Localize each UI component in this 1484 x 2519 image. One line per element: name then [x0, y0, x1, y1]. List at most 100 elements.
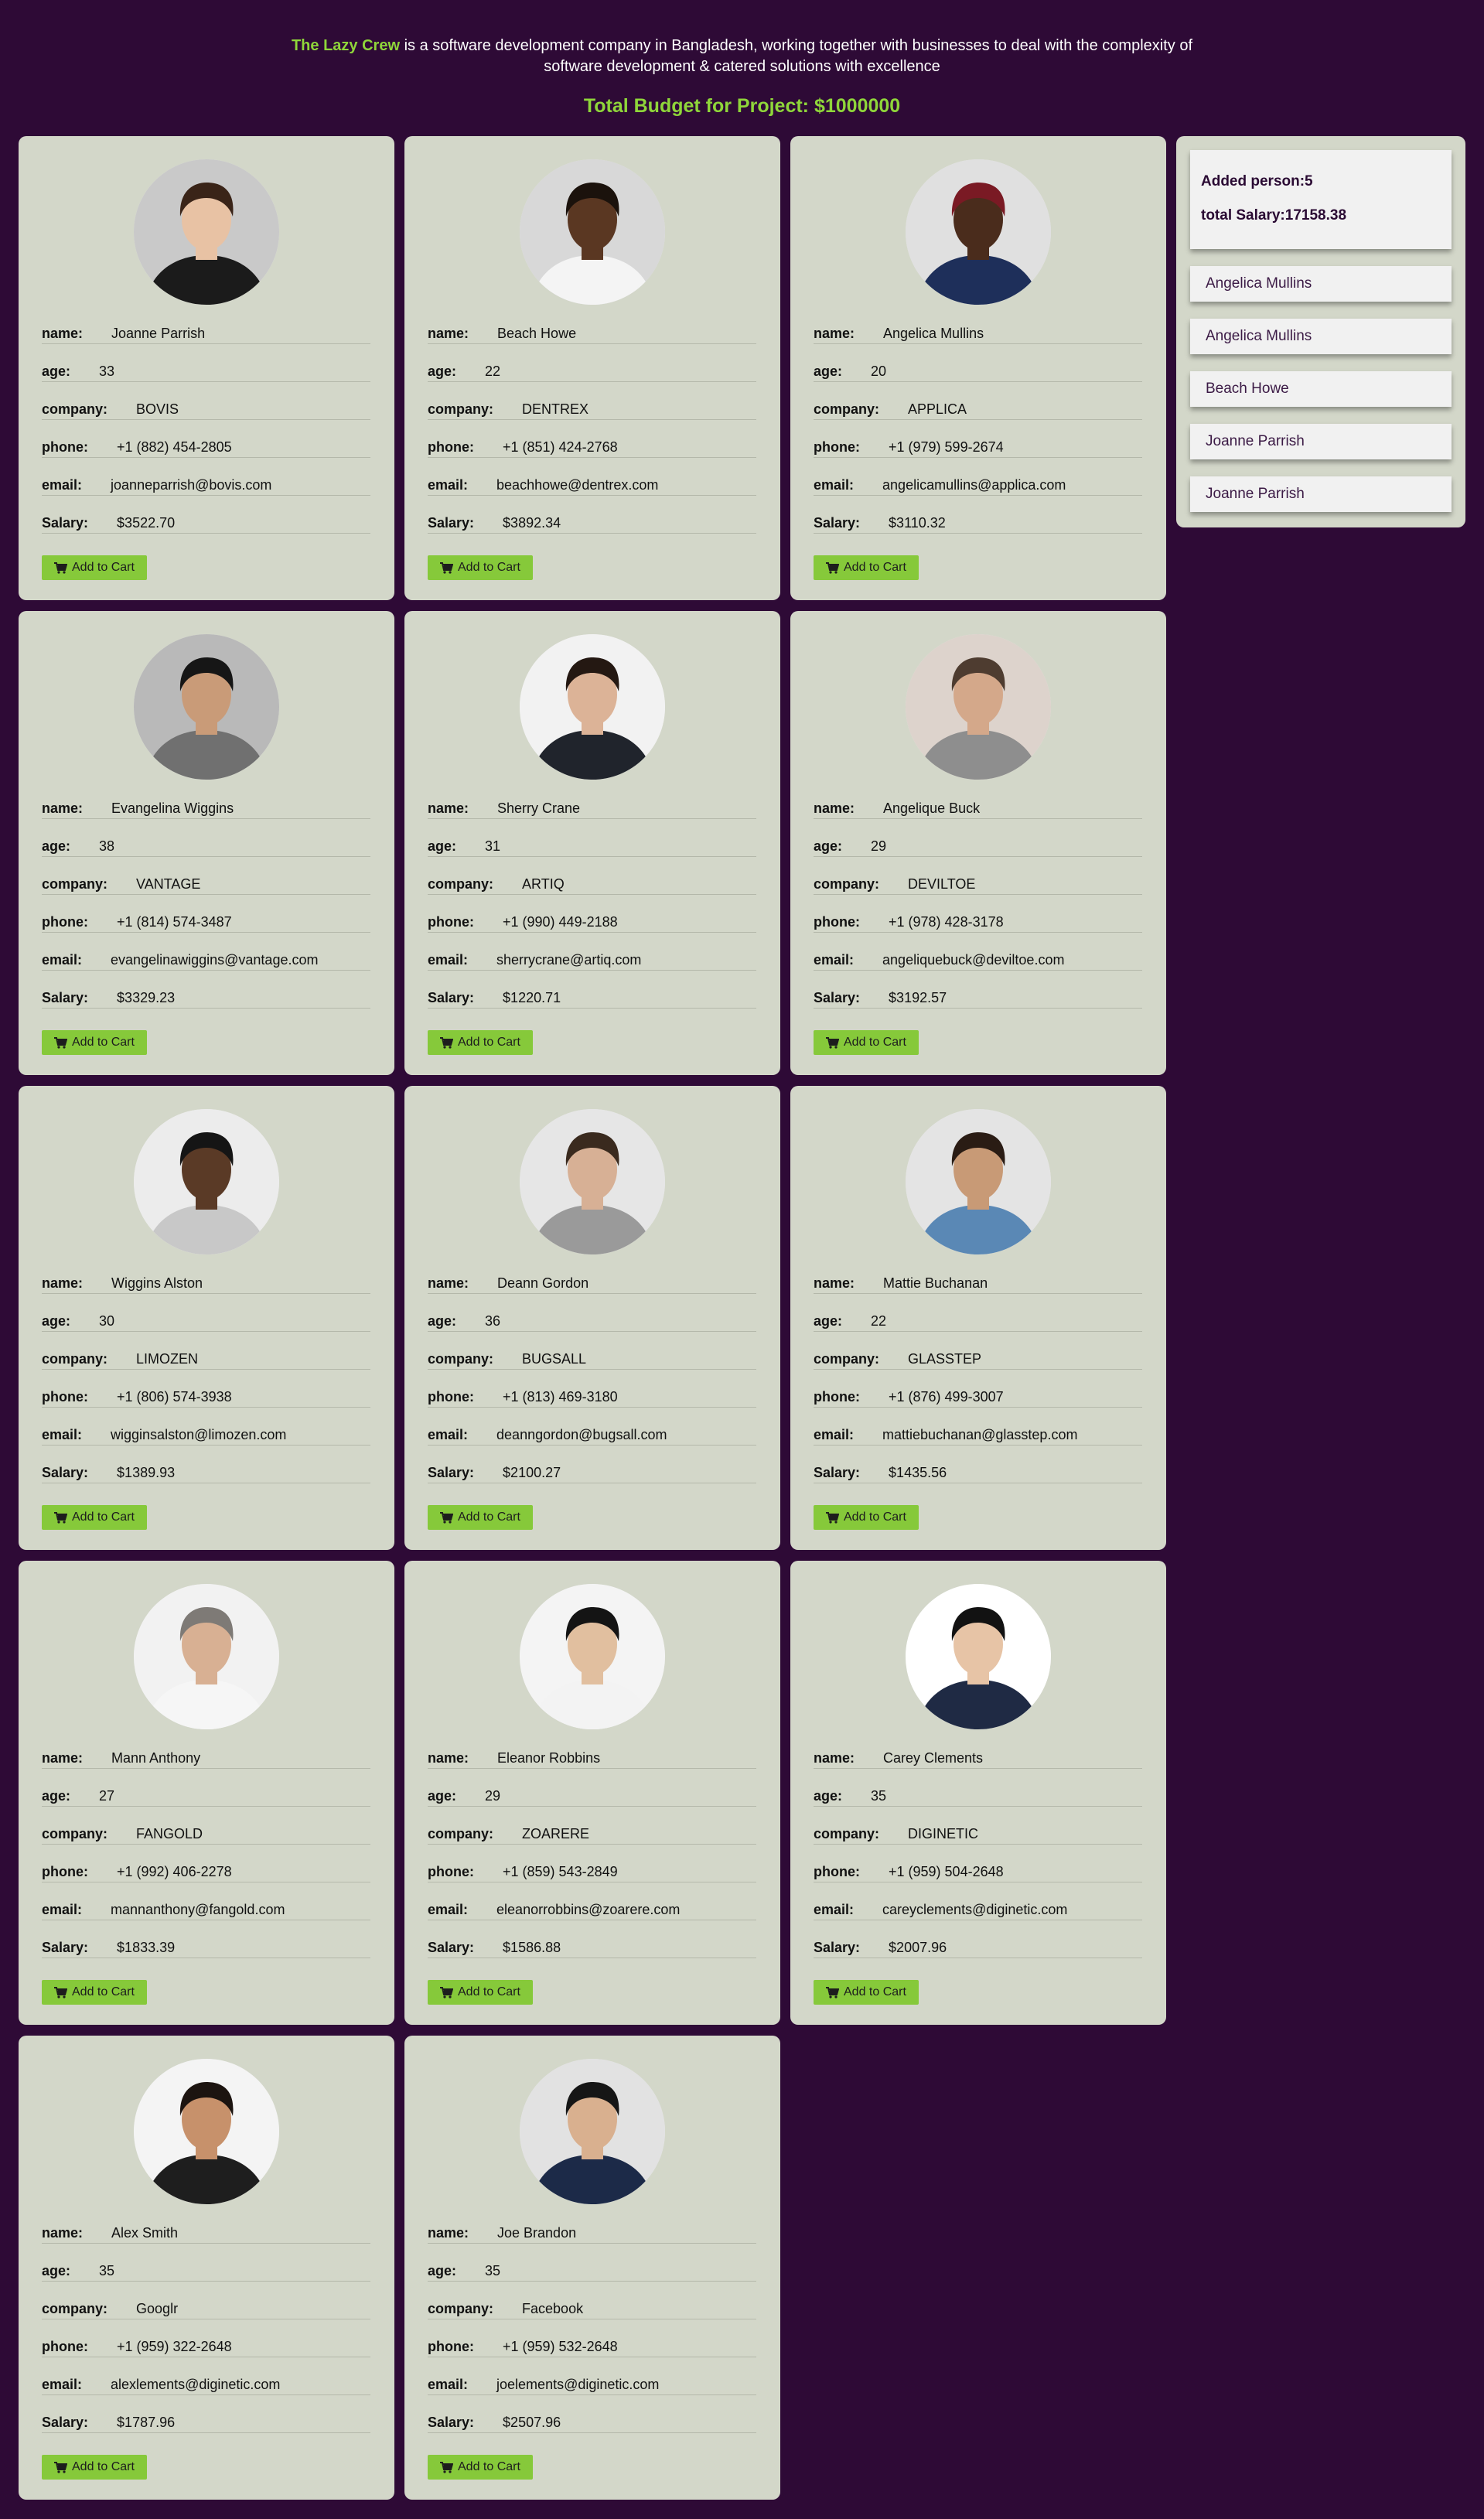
salary-label: Salary:	[428, 990, 475, 1005]
field-salary: Salary: $1833.39	[42, 1940, 370, 1958]
field-email: email: sherrycrane@artiq.com	[428, 952, 756, 971]
field-email: email: deanngordon@bugsall.com	[428, 1427, 756, 1446]
name-label: name:	[428, 2225, 469, 2241]
name-label: name:	[814, 326, 855, 341]
phone-value: +1 (876) 499-3007	[889, 1389, 1004, 1405]
portrait-image	[134, 634, 279, 780]
name-value: Joe Brandon	[497, 2225, 577, 2241]
add-to-cart-button[interactable]: Add to Cart	[814, 1505, 919, 1530]
company-value: DEVILTOE	[908, 876, 976, 892]
company-value: LIMOZEN	[136, 1351, 199, 1367]
age-value: 35	[871, 1788, 887, 1804]
field-name: name: Joe Brandon	[428, 2225, 756, 2244]
add-to-cart-button[interactable]: Add to Cart	[814, 555, 919, 580]
add-to-cart-button[interactable]: Add to Cart	[42, 555, 147, 580]
person-card: name: Alex Smith age: 35 company: Googlr phone…	[19, 2036, 394, 2500]
phone-label: phone:	[814, 1389, 860, 1405]
add-to-cart-button[interactable]: Add to Cart	[42, 1980, 147, 2005]
age-value: 30	[99, 1313, 115, 1329]
company-label: company:	[814, 401, 880, 417]
age-label: age:	[428, 1313, 457, 1329]
field-email: email: mattiebuchanan@glasstep.com	[814, 1427, 1142, 1446]
phone-value: +1 (882) 454-2805	[117, 439, 232, 455]
portrait-image	[906, 1109, 1051, 1254]
add-to-cart-label: Add to Cart	[844, 561, 906, 574]
add-to-cart-button[interactable]: Add to Cart	[428, 1980, 533, 2005]
salary-label: Salary:	[42, 1940, 89, 1955]
field-name: name: Sherry Crane	[428, 800, 756, 819]
email-value: angelicamullins@applica.com	[882, 477, 1066, 493]
add-to-cart-label: Add to Cart	[72, 561, 135, 574]
age-value: 38	[99, 838, 115, 854]
shopping-cart-icon	[440, 1986, 453, 1998]
phone-label: phone:	[42, 1389, 88, 1405]
field-name: name: Wiggins Alston	[42, 1275, 370, 1294]
field-salary: Salary: $1586.88	[428, 1940, 756, 1958]
add-to-cart-button[interactable]: Add to Cart	[814, 1030, 919, 1055]
add-to-cart-button[interactable]: Add to Cart	[428, 555, 533, 580]
phone-label: phone:	[428, 2339, 474, 2354]
name-value: Deann Gordon	[497, 1275, 589, 1291]
field-age: age: 35	[428, 2263, 756, 2282]
field-company: company: BUGSALL	[428, 1351, 756, 1370]
shopping-cart-icon	[440, 1036, 453, 1049]
phone-value: +1 (979) 599-2674	[889, 439, 1004, 455]
avatar	[906, 1584, 1051, 1729]
add-to-cart-button[interactable]: Add to Cart	[814, 1980, 919, 2005]
name-value: Alex Smith	[111, 2225, 179, 2241]
company-value: Googlr	[136, 2301, 179, 2316]
add-to-cart-label: Add to Cart	[72, 1985, 135, 1998]
add-to-cart-label: Add to Cart	[458, 1510, 520, 1524]
add-to-cart-button[interactable]: Add to Cart	[42, 1030, 147, 1055]
salary-value: $2007.96	[889, 1940, 947, 1955]
company-label: company:	[814, 1826, 880, 1841]
name-label: name:	[814, 800, 855, 816]
add-to-cart-button[interactable]: Add to Cart	[42, 1505, 147, 1530]
salary-label: Salary:	[814, 515, 861, 531]
field-age: age: 22	[428, 364, 756, 382]
salary-value: $3522.70	[117, 515, 176, 531]
field-phone: phone: +1 (959) 504-2648	[814, 1864, 1142, 1882]
intro-text: is a software development company in Ban…	[400, 37, 1193, 75]
salary-label: Salary:	[814, 990, 861, 1005]
age-value: 35	[99, 2263, 115, 2278]
field-salary: Salary: $2507.96	[428, 2415, 756, 2433]
phone-label: phone:	[42, 914, 88, 930]
field-salary: Salary: $3192.57	[814, 990, 1142, 1009]
age-value: 31	[485, 838, 501, 854]
field-salary: Salary: $3110.32	[814, 515, 1142, 534]
field-salary: Salary: $3329.23	[42, 990, 370, 1009]
avatar	[134, 2059, 279, 2204]
add-to-cart-button[interactable]: Add to Cart	[428, 2455, 533, 2480]
phone-label: phone:	[428, 439, 474, 455]
phone-value: +1 (851) 424-2768	[503, 439, 618, 455]
field-company: company: Facebook	[428, 2301, 756, 2319]
field-email: email: careyclements@diginetic.com	[814, 1902, 1142, 1920]
field-email: email: angelicamullins@applica.com	[814, 477, 1142, 496]
add-to-cart-button[interactable]: Add to Cart	[42, 2455, 147, 2480]
person-card: name: Evangelina Wiggins age: 38 company: VAN…	[19, 611, 394, 1075]
company-label: company:	[42, 401, 108, 417]
add-to-cart-label: Add to Cart	[458, 1036, 520, 1049]
company-label: company:	[428, 401, 494, 417]
field-name: name: Deann Gordon	[428, 1275, 756, 1294]
add-to-cart-button[interactable]: Add to Cart	[428, 1505, 533, 1530]
name-value: Eleanor Robbins	[497, 1750, 601, 1766]
added-person-item: Joanne Parrish	[1190, 476, 1452, 512]
field-salary: Salary: $1220.71	[428, 990, 756, 1009]
avatar	[906, 1109, 1051, 1254]
field-age: age: 27	[42, 1788, 370, 1807]
phone-label: phone:	[814, 1864, 860, 1879]
company-value: ARTIQ	[522, 876, 565, 892]
age-label: age:	[42, 838, 71, 854]
salary-value: $3192.57	[889, 990, 947, 1005]
add-to-cart-button[interactable]: Add to Cart	[428, 1030, 533, 1055]
shopping-cart-icon	[440, 2461, 453, 2473]
field-age: age: 29	[428, 1788, 756, 1807]
email-value: careyclements@diginetic.com	[882, 1902, 1068, 1917]
avatar	[134, 1584, 279, 1729]
person-card: name: Mattie Buchanan age: 22 company: GLASST…	[790, 1086, 1166, 1550]
field-company: company: VANTAGE	[42, 876, 370, 895]
age-label: age:	[42, 1788, 71, 1804]
name-value: Joanne Parrish	[111, 326, 206, 341]
